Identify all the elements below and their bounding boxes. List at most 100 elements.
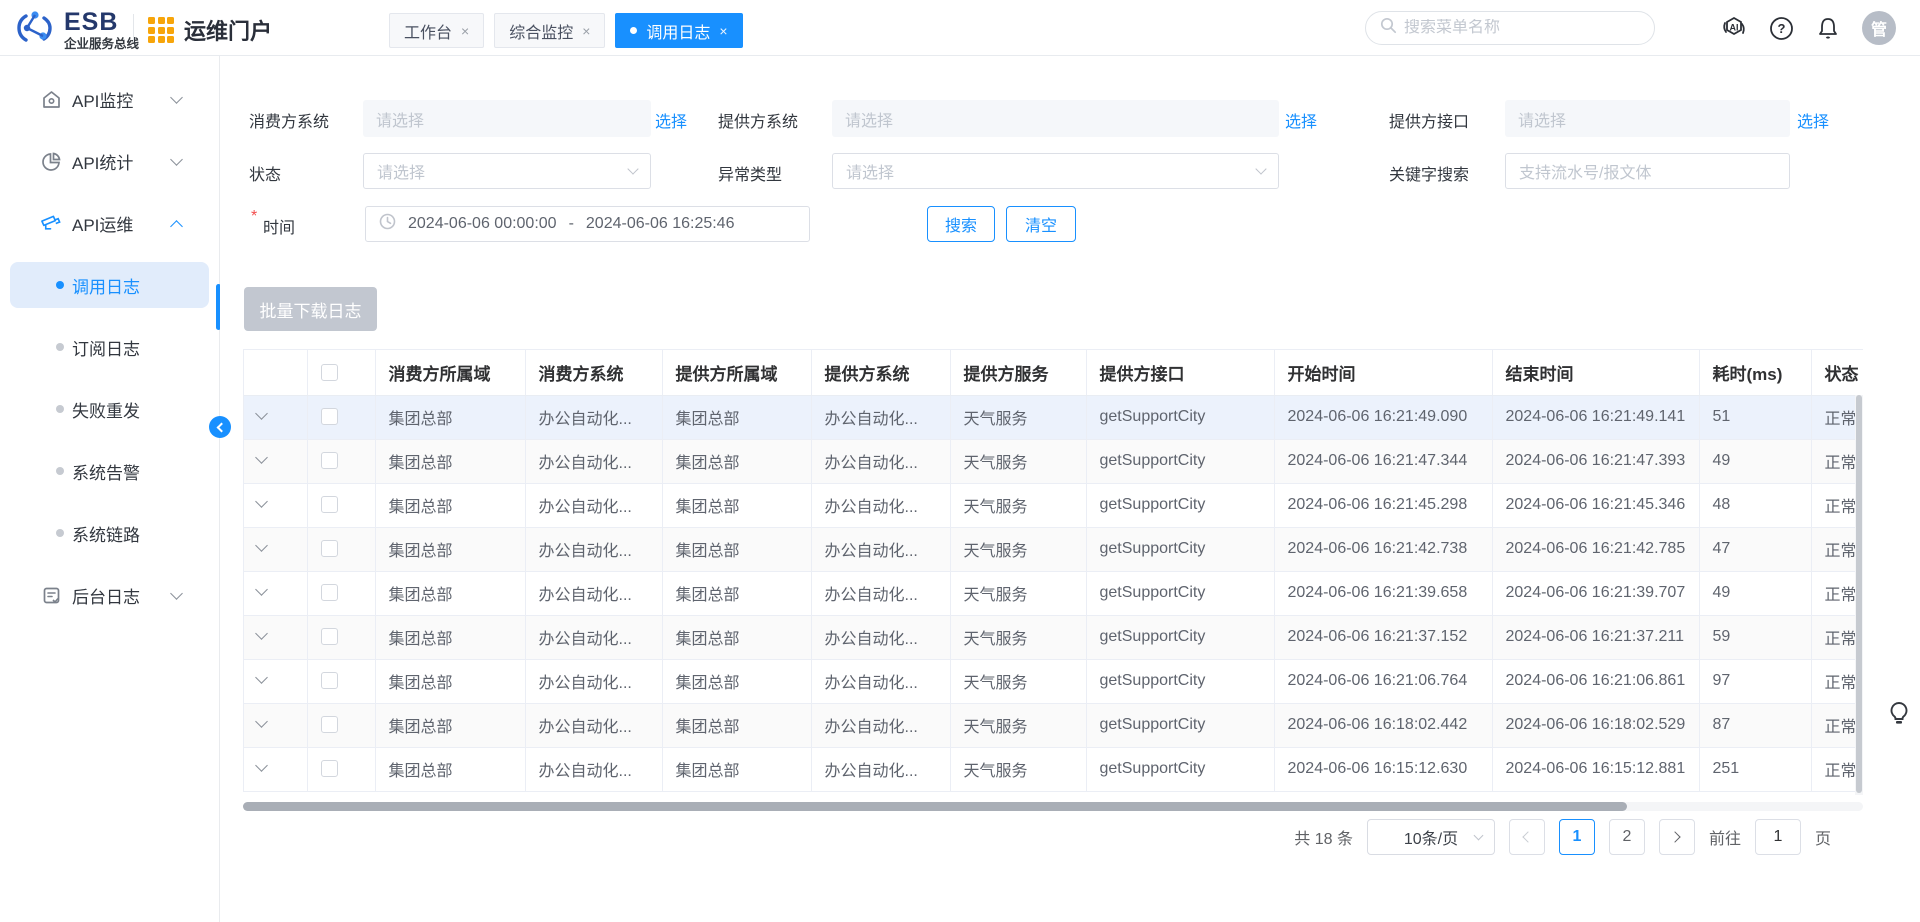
row-expand-icon[interactable] — [255, 451, 268, 464]
chevron-right-icon — [1670, 831, 1681, 842]
menu-search-input[interactable] — [1404, 19, 1640, 37]
table-row[interactable]: 集团总部办公自动化...集团总部办公自动化...天气服务getSupportCi… — [244, 439, 1863, 483]
ai-assistant-icon[interactable]: AI — [1721, 15, 1747, 41]
field-placeholder: 请选择 — [845, 107, 893, 131]
row-expand-icon[interactable] — [255, 627, 268, 640]
user-avatar[interactable]: 管 — [1862, 11, 1896, 45]
row-checkbox[interactable] — [321, 672, 338, 689]
cell-end-time: 2024-06-06 16:15:12.881 — [1492, 747, 1699, 791]
table-row[interactable]: 集团总部办公自动化...集团总部办公自动化...天气服务getSupportCi… — [244, 395, 1863, 439]
goto-label: 前往 — [1709, 825, 1741, 849]
row-checkbox[interactable] — [321, 452, 338, 469]
app-header: ESB 企业服务总线 运维门户 工作台 × 综合监控 × 调用日志 × — [0, 0, 1920, 56]
tab-monitoring[interactable]: 综合监控 × — [494, 13, 605, 48]
row-checkbox[interactable] — [321, 760, 338, 777]
menu-search-box[interactable] — [1365, 11, 1655, 45]
table-row[interactable]: 集团总部办公自动化...集团总部办公自动化...天气服务getSupportCi… — [244, 703, 1863, 747]
cell-consumer-domain: 集团总部 — [375, 483, 525, 527]
batch-download-button[interactable]: 批量下载日志 — [244, 287, 377, 331]
goto-page-input[interactable] — [1755, 819, 1801, 855]
table-row[interactable]: 集团总部办公自动化...集团总部办公自动化...天气服务getSupportCi… — [244, 659, 1863, 703]
sidebar-item-api-monitor[interactable]: API监控 — [10, 76, 209, 122]
horizontal-scroll-thumb[interactable] — [243, 802, 1627, 811]
row-checkbox[interactable] — [321, 584, 338, 601]
consumer-system-select-link[interactable]: 选择 — [655, 108, 687, 132]
row-expand-icon[interactable] — [255, 539, 268, 552]
sidebar-subitem-system-alerts[interactable]: 系统告警 — [10, 448, 209, 494]
sidebar-collapse-button[interactable] — [209, 416, 231, 438]
chevron-down-icon — [170, 91, 183, 104]
table-row[interactable]: 集团总部办公自动化...集团总部办公自动化...天气服务getSupportCi… — [244, 527, 1863, 571]
tab-workbench[interactable]: 工作台 × — [389, 13, 484, 48]
cell-consumer-system: 办公自动化... — [525, 527, 662, 571]
field-placeholder: 请选择 — [846, 159, 894, 183]
row-expand-icon[interactable] — [255, 407, 268, 420]
cell-consumer-system: 办公自动化... — [525, 615, 662, 659]
cell-provider-api: getSupportCity — [1086, 483, 1274, 527]
sidebar-item-backend-logs[interactable]: 后台日志 — [10, 572, 209, 618]
row-checkbox[interactable] — [321, 496, 338, 513]
keyword-input[interactable]: 支持流水号/报文体 — [1505, 153, 1790, 189]
row-checkbox[interactable] — [321, 408, 338, 425]
table-row[interactable]: 集团总部办公自动化...集团总部办公自动化...天气服务getSupportCi… — [244, 747, 1863, 791]
status-label: 状态 — [249, 161, 281, 185]
table-row[interactable]: 集团总部办公自动化...集团总部办公自动化...天气服务getSupportCi… — [244, 571, 1863, 615]
notification-bell-icon[interactable] — [1815, 15, 1841, 41]
cell-provider-service: 天气服务 — [950, 527, 1086, 571]
chevron-up-icon — [170, 220, 183, 233]
status-select[interactable]: 请选择 — [363, 153, 651, 189]
search-button[interactable]: 搜索 — [927, 206, 995, 242]
table-row[interactable]: 集团总部办公自动化...集团总部办公自动化...天气服务getSupportCi… — [244, 615, 1863, 659]
provider-system-select-link[interactable]: 选择 — [1285, 108, 1317, 132]
row-expand-icon[interactable] — [255, 495, 268, 508]
portal-title: 运维门户 — [148, 14, 272, 46]
row-checkbox[interactable] — [321, 540, 338, 557]
row-expand-icon[interactable] — [255, 715, 268, 728]
row-expand-icon[interactable] — [255, 671, 268, 684]
row-checkbox[interactable] — [321, 628, 338, 645]
prev-page-button[interactable] — [1509, 819, 1545, 855]
page-button-1[interactable]: 1 — [1559, 819, 1595, 855]
sidebar-subitem-system-links[interactable]: 系统链路 — [10, 510, 209, 556]
sidebar-subitem-subscribe-logs[interactable]: 订阅日志 — [10, 324, 209, 370]
provider-system-field[interactable]: 请选择 — [832, 100, 1279, 137]
table-row[interactable]: 集团总部办公自动化...集团总部办公自动化...天气服务getSupportCi… — [244, 483, 1863, 527]
page-button-2[interactable]: 2 — [1609, 819, 1645, 855]
tab-close-icon[interactable]: × — [582, 23, 590, 39]
clear-button[interactable]: 清空 — [1006, 206, 1076, 242]
row-expand-icon[interactable] — [255, 759, 268, 772]
pagination-bar: 共 18 条 10条/页 1 2 前往 页 — [243, 818, 1831, 856]
time-range-picker[interactable]: 2024-06-06 00:00:00 - 2024-06-06 16:25:4… — [365, 206, 810, 242]
sidebar-item-api-stats[interactable]: API统计 — [10, 138, 209, 184]
row-expand-icon[interactable] — [255, 583, 268, 596]
help-icon[interactable]: ? — [1768, 15, 1794, 41]
vertical-scroll-thumb[interactable] — [1856, 395, 1862, 793]
exception-type-select[interactable]: 请选择 — [832, 153, 1279, 189]
lightbulb-icon[interactable] — [1886, 700, 1912, 733]
sidebar-nav: API监控 API统计 API运维 调用日志 订阅日志 失败重发 系统告警 系统… — [0, 56, 220, 922]
tab-close-icon[interactable]: × — [461, 23, 469, 39]
provider-api-field[interactable]: 请选择 — [1505, 100, 1790, 137]
sidebar-subitem-call-logs[interactable]: 调用日志 — [10, 262, 209, 308]
tab-call-logs[interactable]: 调用日志 × — [615, 13, 742, 48]
sidebar-item-api-ops[interactable]: API运维 — [10, 200, 209, 246]
provider-api-select-link[interactable]: 选择 — [1797, 108, 1829, 132]
cell-provider-service: 天气服务 — [950, 703, 1086, 747]
cell-provider-system: 办公自动化... — [811, 439, 950, 483]
consumer-system-field[interactable]: 请选择 — [363, 100, 651, 137]
svg-text:AI: AI — [1730, 23, 1739, 33]
page-size-select[interactable]: 10条/页 — [1367, 819, 1495, 855]
time-start-value: 2024-06-06 00:00:00 — [408, 215, 557, 233]
next-page-button[interactable] — [1659, 819, 1695, 855]
cell-consumer-domain: 集团总部 — [375, 615, 525, 659]
column-header: 耗时(ms) — [1699, 350, 1811, 395]
cell-provider-service: 天气服务 — [950, 395, 1086, 439]
cell-start-time: 2024-06-06 16:15:12.630 — [1274, 747, 1492, 791]
select-all-checkbox[interactable] — [321, 364, 338, 381]
table-horizontal-scrollbar — [243, 802, 1863, 811]
row-checkbox[interactable] — [321, 716, 338, 733]
cell-provider-system: 办公自动化... — [811, 527, 950, 571]
sidebar-subitem-fail-resend[interactable]: 失败重发 — [10, 386, 209, 432]
exception-type-label: 异常类型 — [718, 161, 782, 185]
tab-close-icon[interactable]: × — [719, 23, 727, 39]
